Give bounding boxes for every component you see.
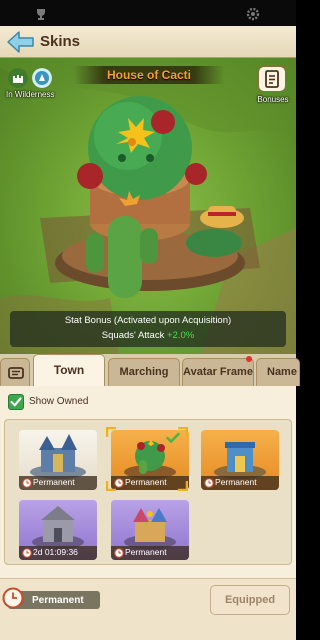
gear-icon[interactable]	[246, 7, 260, 21]
skin-duration-tag: Permanent	[201, 476, 279, 490]
skin-card[interactable]: Permanent	[201, 430, 279, 490]
tab-marching[interactable]: Marching	[108, 358, 180, 386]
stat-name: Squads' Attack	[101, 330, 165, 341]
top-bar	[0, 0, 296, 26]
skin-duration: Permanent	[215, 477, 257, 487]
tab-avatar-frame[interactable]: Avatar Frame	[182, 358, 254, 386]
skin-duration-tag: 2d 01:09:36	[19, 546, 97, 560]
skin-name: House of Cacti	[106, 68, 191, 82]
equipped-check-icon	[166, 432, 180, 444]
wilderness-icon	[32, 68, 52, 88]
castle-icon	[8, 68, 28, 88]
skin-duration: Permanent	[33, 477, 75, 487]
skin-preview: In Wilderness House of Cacti Bonuses Sta…	[0, 58, 296, 358]
menu-tab[interactable]	[0, 358, 30, 386]
page-title: Skins	[40, 33, 81, 50]
stat-bonus-line: Squads' Attack +2.0%	[10, 330, 286, 341]
skin-card[interactable]: Permanent	[19, 430, 97, 490]
checkmark-icon	[10, 397, 22, 407]
clock-icon	[22, 478, 32, 488]
trophy-icon[interactable]	[34, 7, 48, 21]
tab-town[interactable]: Town	[33, 354, 105, 386]
skin-duration: Permanent	[125, 547, 167, 557]
in-wilderness-label: In Wilderness	[6, 90, 55, 99]
duration-label: Permanent	[32, 595, 84, 606]
equipped-button[interactable]: Equipped	[210, 585, 290, 615]
skin-duration-tag: Permanent	[111, 546, 189, 560]
bonuses-label: Bonuses	[257, 95, 289, 104]
skin-card[interactable]: 2d 01:09:36	[19, 500, 97, 560]
clock-icon	[204, 478, 214, 488]
notification-badge	[246, 356, 252, 362]
stat-bonus-title: Stat Bonus (Activated upon Acquisition)	[64, 315, 232, 326]
stat-value: +2.0%	[167, 330, 195, 341]
clock-icon	[2, 587, 24, 609]
show-owned-checkbox[interactable]	[8, 394, 24, 410]
clock-icon	[22, 548, 32, 558]
skin-duration: 2d 01:09:36	[33, 547, 78, 557]
list-menu-icon	[8, 367, 24, 379]
tab-name[interactable]: Name	[256, 358, 300, 386]
clock-icon	[114, 548, 124, 558]
page-header: Skins	[0, 26, 296, 58]
stat-bonus-panel: Stat Bonus (Activated upon Acquisition) …	[10, 311, 286, 347]
skin-card[interactable]: Permanent	[111, 500, 189, 560]
show-owned-label: Show Owned	[29, 396, 89, 407]
document-icon	[265, 70, 279, 88]
footer-bar: Permanent Equipped	[0, 578, 296, 640]
skin-name-banner: House of Cacti	[74, 66, 224, 84]
skin-duration-tag: Permanent	[19, 476, 97, 490]
back-arrow-icon[interactable]	[6, 29, 36, 55]
bonuses-button[interactable]	[258, 66, 286, 92]
